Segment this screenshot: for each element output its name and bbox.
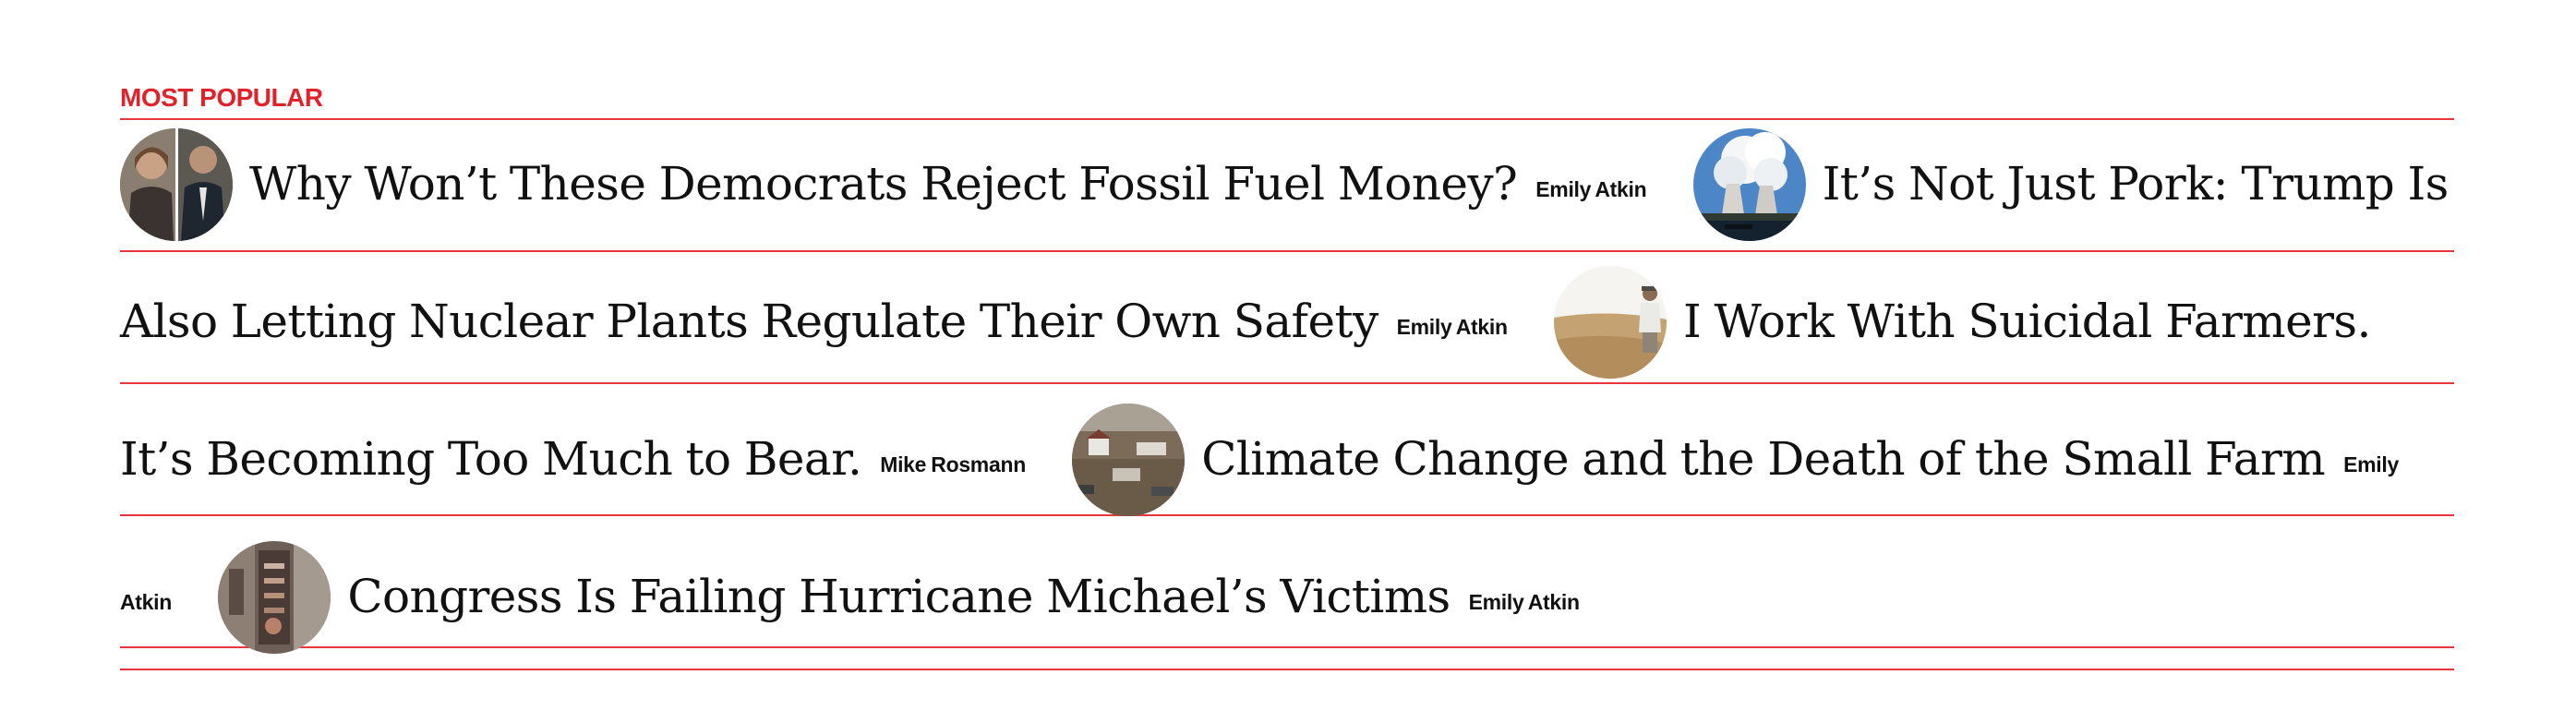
story-author[interactable]: Emily Atkin xyxy=(1469,590,1580,614)
story-headline[interactable]: Climate Change and the Death of the Smal… xyxy=(1201,432,2325,486)
section-title: MOST POPULAR xyxy=(120,83,323,112)
nuclear-plant-photo-icon[interactable] xyxy=(1692,128,1806,241)
most-popular-module: MOST POPULAR Why Won’t These Democrats R… xyxy=(120,72,2454,670)
senators-photo-icon[interactable] xyxy=(120,128,233,241)
story-item-1: Why Won’t These Democrats Reject Fossil … xyxy=(120,128,1693,241)
hurricane-damage-photo-icon[interactable] xyxy=(218,541,331,654)
farmer-field-photo-icon[interactable] xyxy=(1554,266,1667,379)
flooded-farm-photo-icon[interactable] xyxy=(1072,404,1186,516)
story-headline[interactable]: Why Won’t These Democrats Reject Fossil … xyxy=(249,157,1518,211)
story-author[interactable]: Emily Atkin xyxy=(1535,177,1646,201)
story-item-5: Congress Is Failing Hurricane Michael’s … xyxy=(218,541,1580,654)
story-headline[interactable]: Congress Is Failing Hurricane Michael’s … xyxy=(347,570,1451,623)
story-author[interactable]: Mike Rosmann xyxy=(880,452,1026,476)
story-author[interactable]: Emily Atkin xyxy=(1397,315,1508,339)
story-list: Why Won’t These Democrats Reject Fossil … xyxy=(120,118,2454,670)
